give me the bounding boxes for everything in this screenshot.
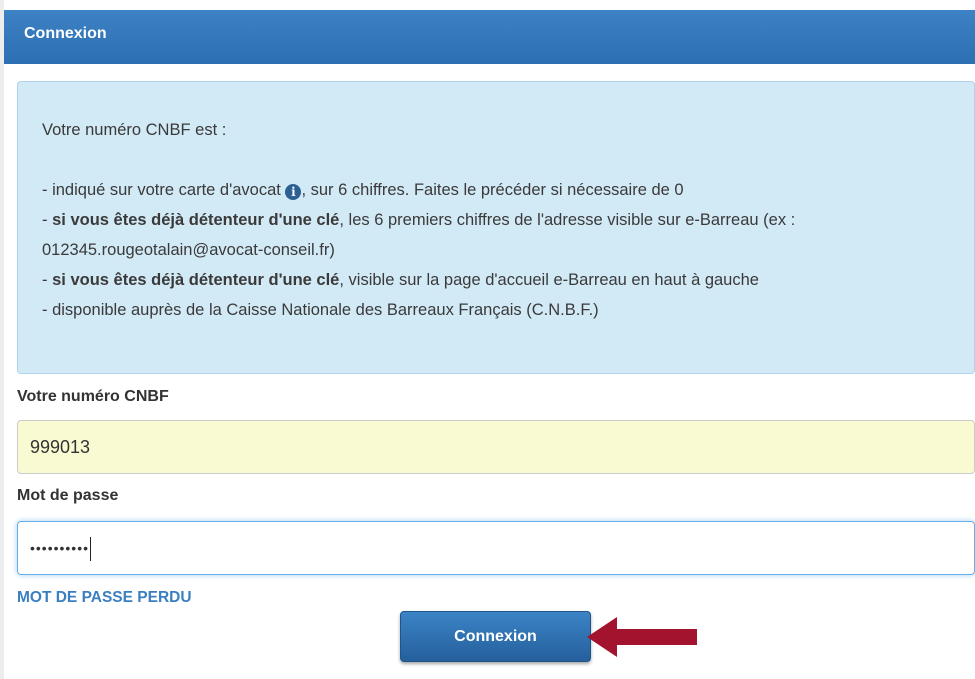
info-line-key-address: - si vous êtes déjà détenteur d'une clé,… (42, 205, 950, 265)
info-line-card-rest: , sur 6 chiffres. Faites le précéder si … (301, 181, 684, 199)
login-page: Connexion Votre numéro CNBF est : - indi… (0, 0, 975, 679)
info-line-rest: , visible sur la page d'accueil e-Barrea… (339, 271, 759, 289)
forgot-password-link[interactable]: MOT DE PASSE PERDU (17, 589, 192, 607)
text-caret (90, 537, 92, 562)
info-line-card-text: - indiqué sur votre carte d'avocat (42, 181, 281, 199)
cnbf-input-value: 999013 (30, 437, 91, 457)
info-line-prefix: - (42, 211, 53, 229)
password-input-value: •••••••••• (30, 540, 90, 556)
cnbf-input[interactable]: 999013 (17, 420, 975, 474)
cnbf-info-box: Votre numéro CNBF est : - indiqué sur vo… (17, 81, 975, 374)
cnbf-label: Votre numéro CNBF (17, 388, 169, 405)
password-input[interactable]: •••••••••• (17, 521, 975, 575)
panel-header: Connexion (4, 10, 975, 64)
login-button[interactable]: Connexion (400, 611, 591, 662)
info-line-prefix: - (42, 271, 53, 289)
top-strip (0, 0, 975, 10)
info-line-card: - indiqué sur votre carte d'avocat i, su… (42, 175, 950, 205)
info-intro: Votre numéro CNBF est : (42, 121, 227, 139)
info-line-bold: si vous êtes déjà détenteur d'une clé (52, 211, 340, 229)
info-line-key-home: - si vous êtes déjà détenteur d'une clé,… (42, 265, 950, 295)
info-circle-icon[interactable]: i (285, 184, 302, 200)
password-label: Mot de passe (17, 487, 119, 504)
left-border (0, 0, 4, 679)
info-line-cnbf: - disponible auprès de la Caisse Nationa… (42, 301, 599, 319)
info-line-bold: si vous êtes déjà détenteur d'une clé (52, 271, 340, 289)
pointer-arrow-icon (587, 617, 697, 657)
